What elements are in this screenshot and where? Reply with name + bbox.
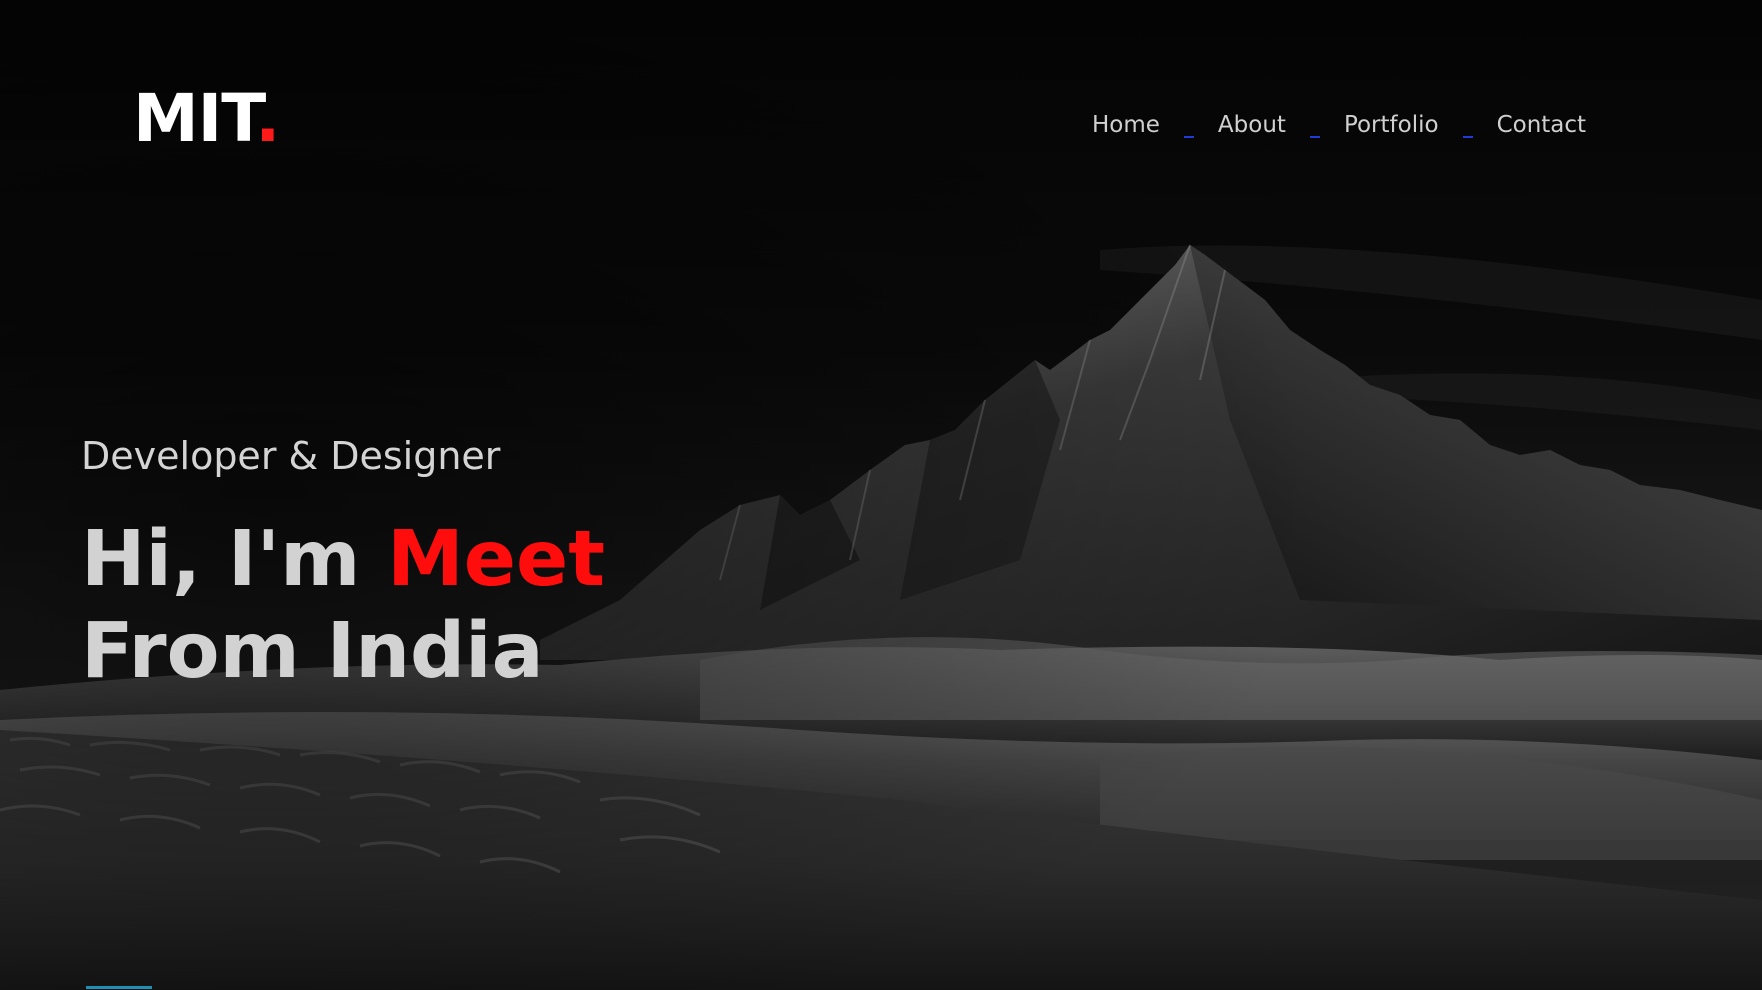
headline-origin: From India [81, 607, 544, 696]
main-nav: Home About Portfolio Contact [1092, 112, 1586, 138]
logo-dot: . [255, 80, 280, 157]
hero-headline: Hi, I'm Meet From India [81, 514, 605, 698]
nav-link-portfolio[interactable]: Portfolio [1344, 112, 1439, 138]
nav-separator [1183, 136, 1194, 138]
nav-link-about[interactable]: About [1218, 112, 1286, 138]
hero-section: MIT. Home About Portfolio Contact Develo… [0, 0, 1762, 990]
headline-name: Meet [387, 515, 606, 604]
nav-link-home[interactable]: Home [1092, 112, 1160, 138]
scroll-indicator [86, 986, 152, 989]
nav-separator [1309, 136, 1320, 138]
site-logo[interactable]: MIT. [133, 86, 280, 152]
nav-link-contact[interactable]: Contact [1497, 112, 1586, 138]
hero-subtitle: Developer & Designer [81, 434, 501, 478]
headline-greeting: Hi, I'm [81, 515, 388, 604]
nav-separator [1462, 136, 1473, 138]
logo-text: MIT [133, 80, 256, 157]
